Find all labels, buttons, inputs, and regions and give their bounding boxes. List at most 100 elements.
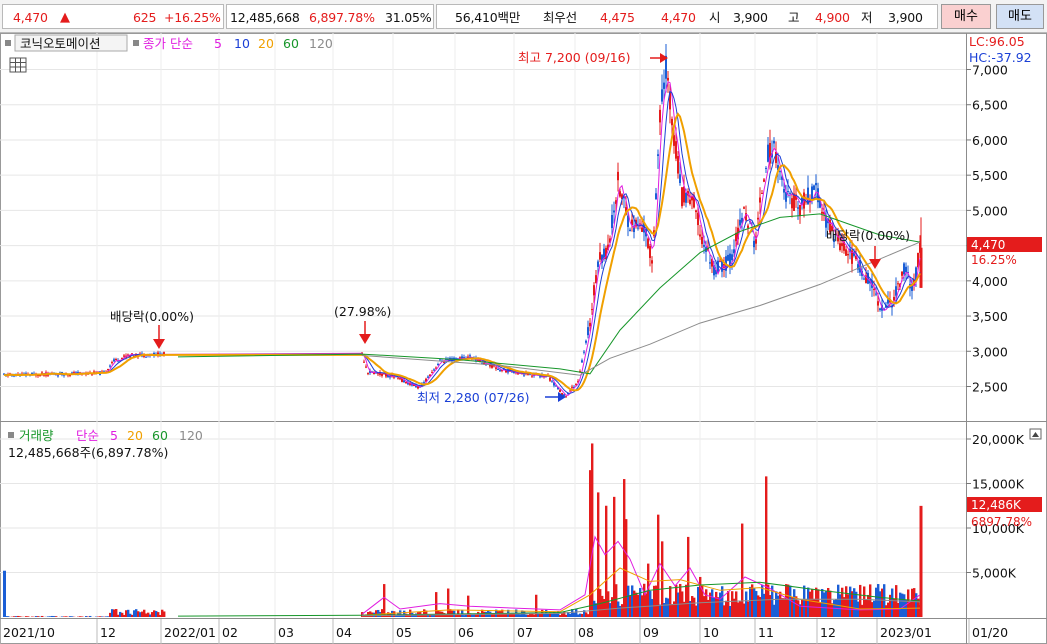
candle-body: [873, 289, 875, 291]
stock-chart[interactable]: 코닉오토메이션 종가 단순 5 10 20 60 120 7,0006,5006…: [0, 33, 1047, 644]
dividend-annotation-1: 배당락(0.00%): [110, 309, 194, 324]
candle-body: [763, 179, 765, 182]
legend-square-icon: [5, 40, 11, 46]
ma-period-5: 5: [214, 36, 222, 51]
candle-body: [497, 369, 499, 371]
candle-body: [585, 340, 587, 343]
candle-body: [897, 283, 899, 285]
volume-bar: [55, 616, 58, 617]
date-tick-label: 12: [820, 625, 836, 640]
buy-button[interactable]: 매수: [941, 4, 991, 29]
candle-body: [523, 374, 525, 376]
candle-body: [813, 185, 815, 190]
volume-tick-label: 20,000K: [972, 432, 1025, 447]
volume-bar: [163, 611, 166, 617]
candle-body: [877, 301, 879, 306]
volume-pct-label: 6897.78%: [971, 515, 1032, 529]
candle-body: [679, 174, 681, 184]
candle-body: [895, 286, 897, 296]
candle-body: [363, 361, 365, 363]
table-icon[interactable]: [9, 57, 27, 73]
volume-bar: [591, 443, 594, 617]
volume-bar: [89, 615, 92, 617]
volume-bar: [741, 523, 744, 617]
candle-body: [123, 355, 125, 357]
chart-frame: [0, 33, 1047, 644]
candle-body: [697, 212, 699, 226]
price-cell: 4,470 ▲ 625 +16.25%: [2, 4, 224, 29]
candle-body: [637, 227, 639, 229]
candle-body: [57, 375, 59, 377]
ma-type-label: 종가 단순: [143, 36, 193, 51]
orderbook-cell: 56,410백만 최우선 4,475 4,470 시 3,900 고 4,900…: [436, 4, 938, 29]
volume-summary: 12,485,668주(6,897.78%): [8, 445, 168, 460]
candle-body: [743, 207, 745, 209]
candle-body: [791, 198, 793, 209]
candle-body: [629, 229, 631, 232]
volume-bar: [383, 584, 386, 617]
vol-ma-period-20: 20: [127, 428, 143, 443]
volume-bar: [27, 616, 30, 617]
candle-body: [589, 322, 591, 327]
stock-name[interactable]: 코닉오토메이션: [20, 36, 101, 51]
candle-body: [397, 377, 399, 379]
price-tick-label: 5,500: [972, 168, 1008, 183]
collapse-panel-icon[interactable]: [1029, 428, 1042, 440]
candle-body: [433, 369, 435, 371]
candle-body: [761, 192, 763, 194]
candle-body: [903, 263, 905, 275]
volume-ma-label: 단순: [76, 428, 99, 443]
pct-annotation: (27.98%): [334, 304, 391, 319]
price-tick-label: 6,000: [972, 133, 1008, 148]
candle-body: [491, 364, 493, 368]
candle-body: [439, 359, 441, 361]
ma-period-60: 60: [283, 36, 299, 51]
date-tick-label: 10: [703, 625, 719, 640]
candle-body: [659, 109, 661, 123]
candle-body: [437, 363, 439, 365]
volume-bar: [3, 570, 6, 617]
candle-body: [671, 118, 673, 126]
candle-body: [701, 236, 703, 245]
price-change-pct: +16.25%: [164, 10, 221, 25]
candle-body: [719, 260, 721, 262]
candle-body: [367, 373, 369, 375]
sell-button[interactable]: 매도: [996, 4, 1044, 29]
candle-body: [879, 308, 881, 311]
candle-body: [863, 278, 865, 280]
price-tick-label: 3,000: [972, 344, 1008, 359]
date-tick-label: 06: [458, 625, 474, 640]
candle-body: [145, 356, 147, 358]
best-bid: 4,470: [661, 10, 696, 25]
date-tick-label: 05: [396, 625, 412, 640]
volume-cell: 12,485,668 6,897.78% 31.05%: [226, 4, 434, 29]
candle-body: [549, 377, 551, 381]
candle-body: [773, 140, 775, 144]
candle-body: [649, 246, 651, 258]
current-price: 4,470: [13, 10, 48, 25]
candle-body: [651, 260, 653, 264]
date-tick-label: 02: [222, 625, 238, 640]
candle-body: [681, 187, 683, 207]
candle-body: [779, 171, 781, 173]
candle-body: [673, 135, 675, 146]
candle-body: [599, 252, 601, 260]
date-tick-label: 08: [578, 625, 594, 640]
date-tick-label: 2021/10: [3, 625, 55, 640]
candle-body: [617, 171, 619, 181]
ma-period-10: 10: [234, 36, 250, 51]
price-tick-label: 5,000: [972, 203, 1008, 218]
candle-body: [765, 167, 767, 169]
candle-body: [787, 190, 789, 192]
candle-body: [661, 89, 663, 102]
candle-body: [551, 380, 553, 382]
candle-body: [657, 154, 659, 156]
candle-body: [905, 266, 907, 273]
candle-body: [695, 210, 697, 213]
candle-body: [731, 254, 733, 261]
candle-body: [597, 261, 599, 267]
ma-period-120: 120: [309, 36, 333, 51]
price-tick-label: 6,500: [972, 98, 1008, 113]
candle-body: [559, 389, 561, 393]
price-tick-label: 3,500: [972, 309, 1008, 324]
